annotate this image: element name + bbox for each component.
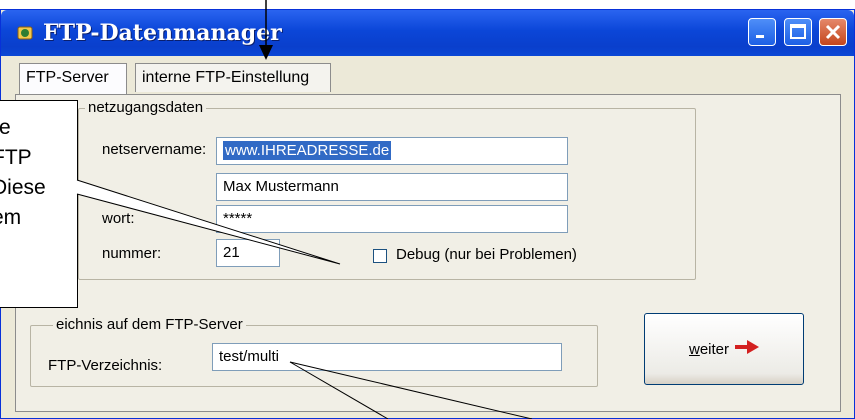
directory-input[interactable]: test/multi bbox=[212, 343, 562, 371]
debug-label: Debug (nur bei Problemen) bbox=[396, 246, 577, 263]
title-bar[interactable]: FTP-Datenmanager bbox=[1, 10, 854, 56]
password-label: wort: bbox=[102, 210, 135, 227]
next-button[interactable]: weiter bbox=[644, 313, 804, 385]
tab-ftp-server[interactable]: FTP-Server bbox=[19, 63, 127, 94]
callout-line: em bbox=[0, 206, 22, 229]
directory-label: FTP-Verzeichnis: bbox=[48, 357, 163, 374]
callout-line: FTP bbox=[0, 146, 32, 169]
minimize-button[interactable] bbox=[748, 18, 776, 46]
window-title: FTP-Datenmanager bbox=[43, 20, 282, 46]
access-data-legend: netzugangsdaten bbox=[85, 99, 207, 116]
next-button-label: weiter bbox=[688, 340, 730, 358]
password-input[interactable]: ***** bbox=[216, 205, 568, 233]
debug-checkbox[interactable] bbox=[373, 249, 387, 263]
maximize-icon bbox=[785, 24, 811, 49]
tab-interne-ftp-einstellung[interactable]: interne FTP-Einstellung bbox=[135, 63, 331, 92]
server-name-input[interactable]: www.IHREADRESSE.de bbox=[216, 137, 568, 165]
username-input[interactable]: Max Mustermann bbox=[216, 173, 568, 201]
tab-label: FTP-Server bbox=[26, 69, 109, 86]
annotation-callout: re FTP Diese em bbox=[0, 100, 78, 308]
directory-legend: eichnis auf dem FTP-Server bbox=[53, 316, 246, 333]
callout-line: Diese bbox=[0, 176, 46, 199]
close-button[interactable] bbox=[819, 18, 847, 46]
tab-label: interne FTP-Einstellung bbox=[142, 69, 310, 86]
arrow-right-icon bbox=[735, 340, 760, 358]
app-icon bbox=[17, 24, 35, 42]
port-label: nummer: bbox=[102, 245, 162, 262]
server-name-label: netservername: bbox=[102, 141, 207, 158]
port-input[interactable]: 21 bbox=[216, 239, 280, 267]
tab-panel-ftp-server: netzugangsdaten netservername: www.IHREA… bbox=[15, 94, 841, 412]
ftp-datenmanager-window: FTP-Datenmanager FTP-Server interne FTP-… bbox=[0, 9, 855, 419]
minimize-icon bbox=[749, 32, 775, 49]
close-icon bbox=[820, 24, 846, 49]
maximize-button[interactable] bbox=[784, 18, 812, 46]
callout-line: re bbox=[0, 116, 11, 139]
